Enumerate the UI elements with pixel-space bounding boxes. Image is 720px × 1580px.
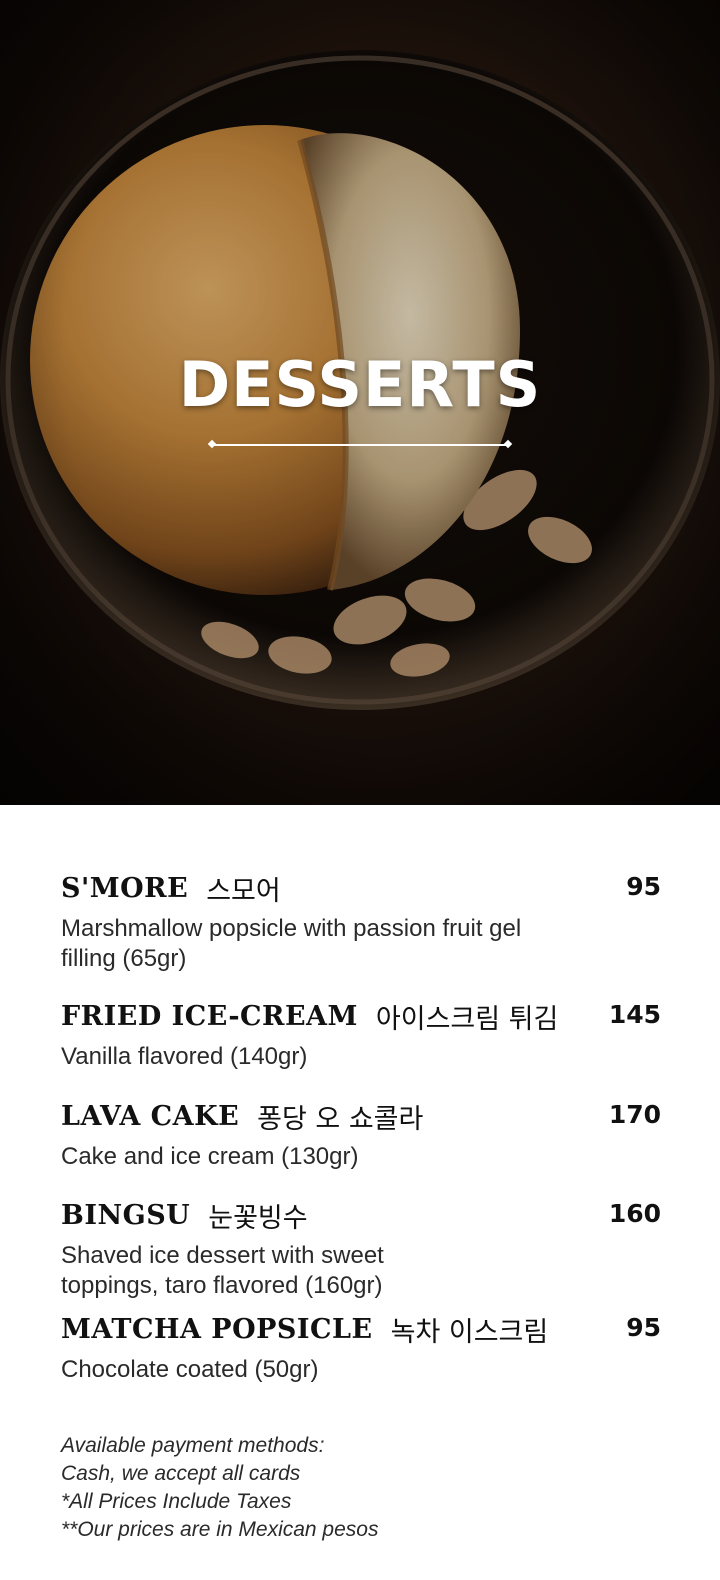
item-description: Vanilla flavored (140gr) [61,1043,308,1070]
note-line: *All Prices Include Taxes [61,1490,292,1513]
item-description: Shaved ice dessert with sweet toppings, … [61,1242,384,1299]
item-price: 145 [608,1000,661,1029]
page-title: DESSERTS [178,348,542,421]
menu-item-smore: S'MORE 스모어 95 Marshmallow popsicle with … [61,868,661,996]
item-price: 160 [608,1199,661,1228]
item-korean-name: 아이스크림 튀김 [375,1003,559,1035]
menu-list: S'MORE 스모어 95 Marshmallow popsicle with … [61,868,661,1399]
item-description: Cake and ice cream (130gr) [61,1143,359,1170]
item-description: Chocolate coated (50gr) [61,1356,319,1383]
item-name: S'MORE [61,872,189,904]
menu-item-fried-ice-cream: FRIED ICE-CREAM 아이스크림 튀김 145 Vanilla fla… [61,996,661,1096]
item-price: 95 [626,872,661,901]
item-name: MATCHA POPSICLE [61,1313,373,1345]
item-korean-name: 눈꽃빙수 [208,1202,308,1234]
item-name: BINGSU [61,1199,191,1231]
item-name: FRIED ICE-CREAM [61,1000,358,1032]
hero-banner: DESSERTS [0,0,720,805]
item-price: 170 [608,1100,661,1129]
menu-item-lava-cake: LAVA CAKE 퐁당 오 쇼콜라 170 Cake and ice crea… [61,1096,661,1195]
payment-notes: Available payment methods: Cash, we acce… [61,1432,378,1544]
item-korean-name: 스모어 [206,875,281,907]
item-price: 95 [626,1313,661,1342]
note-line: Available payment methods: [61,1434,325,1457]
title-divider [212,444,508,446]
menu-item-matcha-popsicle: MATCHA POPSICLE 녹차 이스크림 95 Chocolate coa… [61,1309,661,1399]
menu-item-bingsu: BINGSU 눈꽃빙수 160 Shaved ice dessert with … [61,1195,661,1309]
item-name: LAVA CAKE [61,1100,240,1132]
item-korean-name: 녹차 이스크림 [390,1316,549,1348]
note-line: **Our prices are in Mexican pesos [61,1518,379,1541]
note-line: Cash, we accept all cards [61,1462,301,1485]
item-description: Marshmallow popsicle with passion fruit … [61,915,522,972]
item-korean-name: 퐁당 오 쇼콜라 [257,1103,424,1135]
